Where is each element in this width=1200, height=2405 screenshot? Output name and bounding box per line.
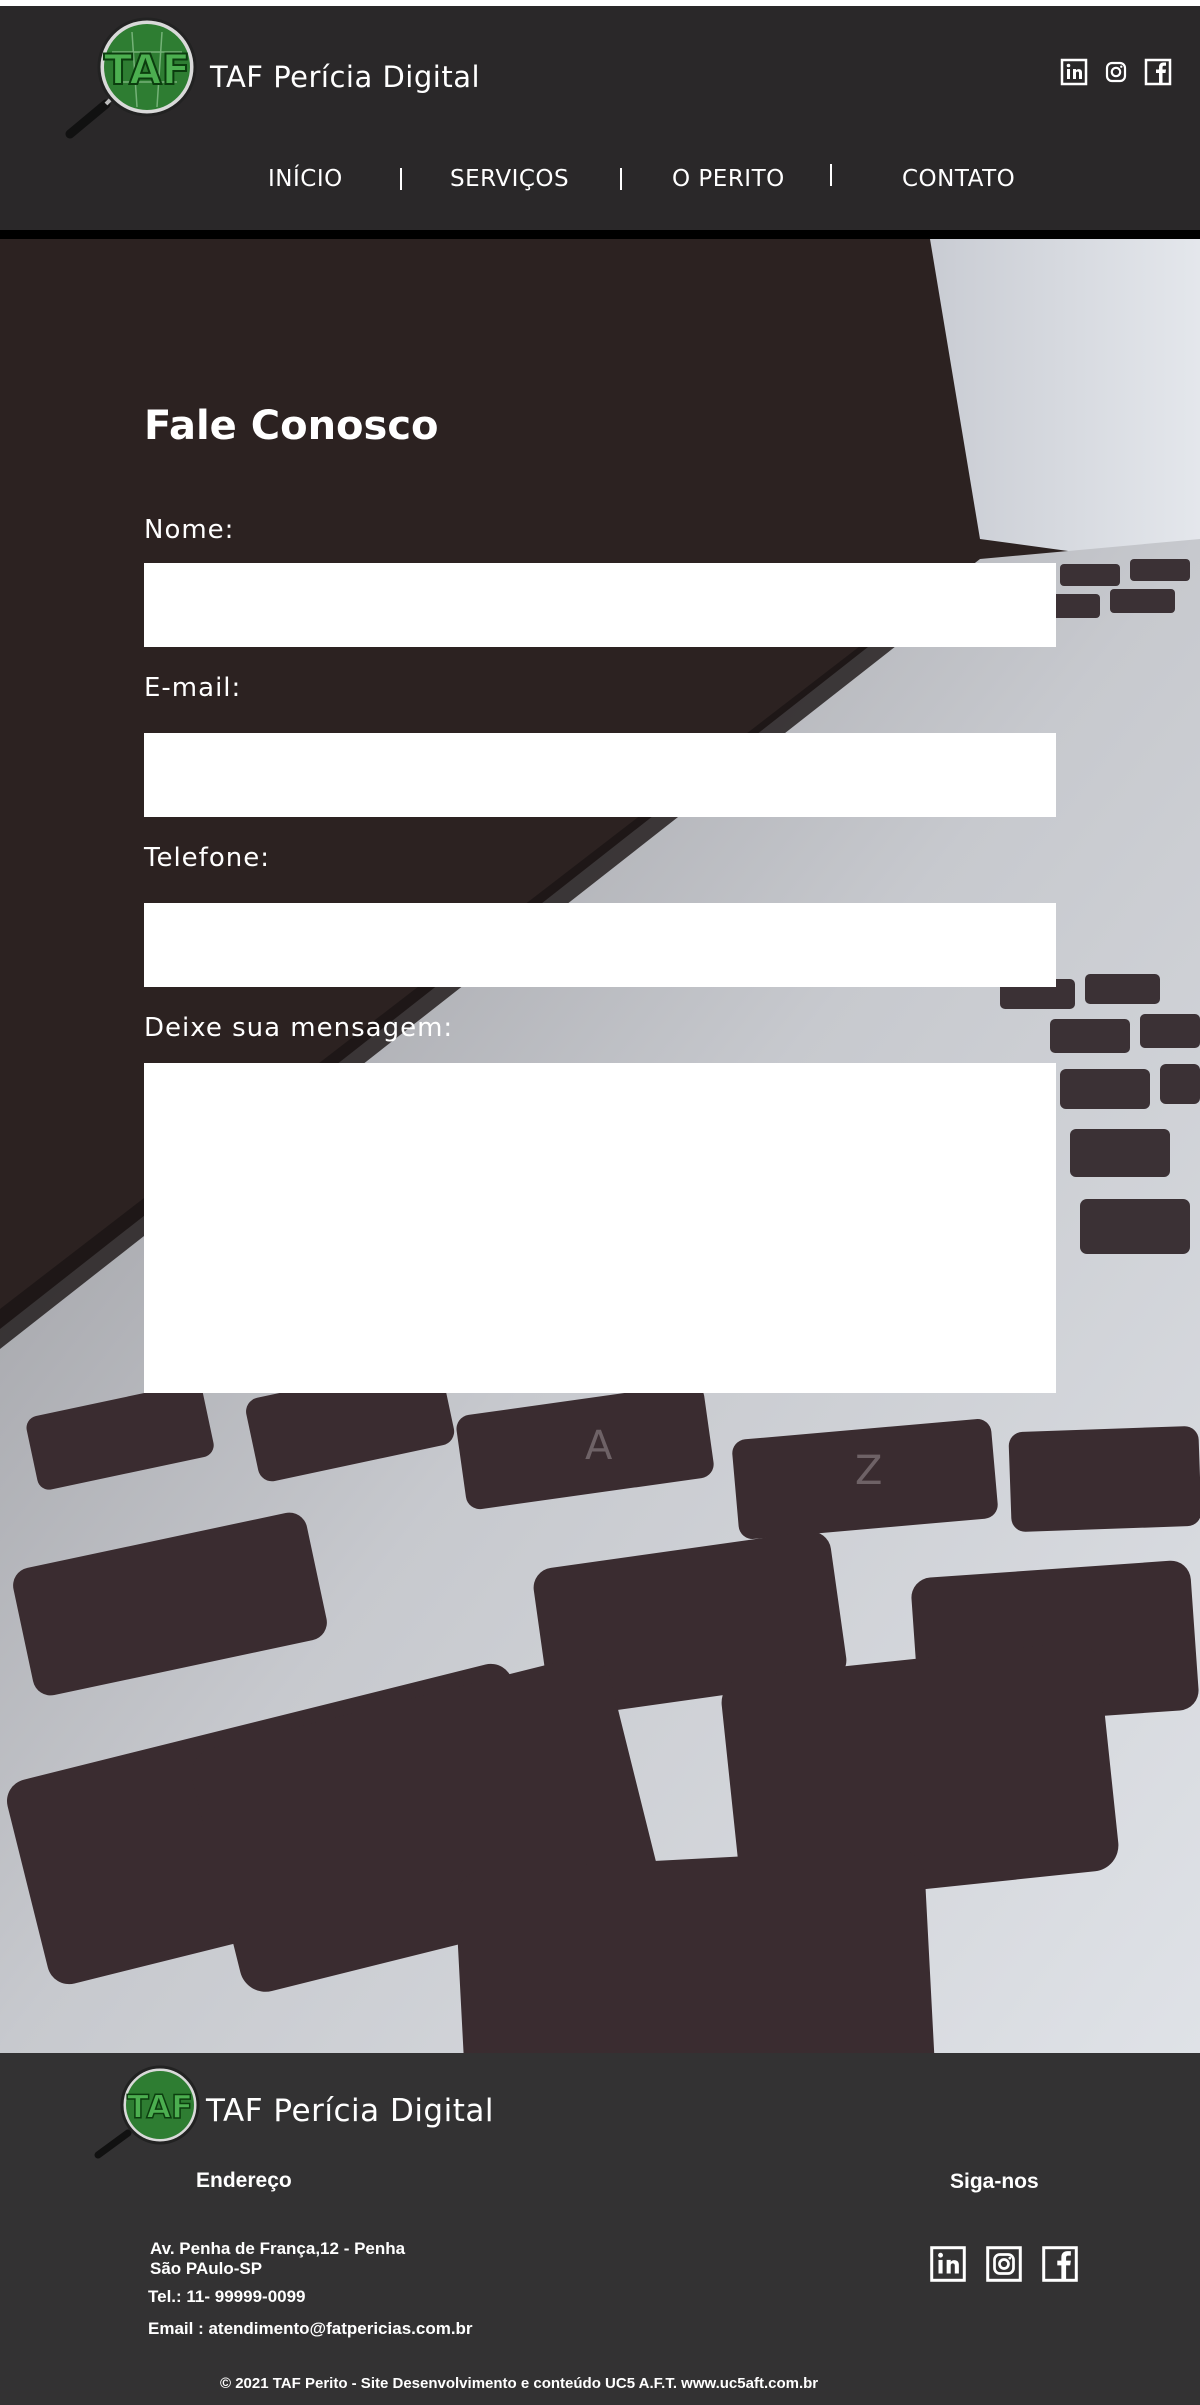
name-label: Nome:: [144, 515, 235, 545]
email-input[interactable]: [144, 733, 1056, 817]
nav-item-servicos[interactable]: SERVIÇOS: [450, 166, 569, 192]
social-links-header: [1060, 58, 1172, 86]
copyright-text: © 2021 TAF Perito - Site Desenvolvimento…: [220, 2375, 819, 2392]
nav-item-contato[interactable]: CONTATO: [902, 166, 1015, 192]
address-line-2: São PAulo-SP: [150, 2259, 263, 2278]
message-label: Deixe sua mensagem:: [144, 1013, 454, 1043]
nav-item-inicio[interactable]: INÍCIO: [268, 166, 343, 192]
logo[interactable]: TAF: [62, 12, 202, 142]
facebook-icon[interactable]: [1144, 58, 1172, 86]
nav-item-o-perito[interactable]: O PERITO: [672, 166, 785, 192]
instagram-icon[interactable]: [1102, 58, 1130, 86]
name-input[interactable]: [144, 563, 1056, 647]
magnifier-logo-icon: TAF: [65, 17, 197, 139]
svg-text:Z: Z: [855, 1448, 882, 1494]
main-nav: INÍCIO SERVIÇOS O PERITO CONTATO: [0, 158, 1200, 202]
nav-separator: [620, 168, 622, 190]
facebook-icon[interactable]: [1041, 2245, 1079, 2283]
social-links-footer: [929, 2245, 1079, 2283]
site-footer: TAF TAF Perícia Digital Endereço Av. Pen…: [0, 2053, 1200, 2405]
phone-label: Telefone:: [144, 843, 270, 873]
footer-phone: Tel.: 11- 99999-0099: [148, 2287, 306, 2306]
linkedin-icon[interactable]: [929, 2245, 967, 2283]
svg-text:TAF: TAF: [127, 2088, 193, 2126]
message-textarea[interactable]: [144, 1063, 1056, 1393]
email-label: E-mail:: [144, 673, 242, 703]
linkedin-icon[interactable]: [1060, 58, 1088, 86]
svg-text:A: A: [585, 1423, 613, 1469]
address-line-1: Av. Penha de França,12 - Penha: [150, 2239, 406, 2258]
address-heading: Endereço: [196, 2169, 292, 2192]
header-divider: [0, 230, 1200, 239]
footer-brand-title: TAF Perícia Digital: [206, 2093, 494, 2129]
footer-logo[interactable]: TAF: [92, 2063, 212, 2163]
social-heading: Siga-nos: [950, 2170, 1039, 2193]
contact-section: A Z Fale Conosco Nome: E-mail: Telefone:…: [0, 239, 1200, 2053]
nav-separator: [400, 168, 402, 190]
site-header: TAF TAF Perícia Digital INÍCIO SERVIÇOS …: [0, 6, 1200, 230]
instagram-icon[interactable]: [985, 2245, 1023, 2283]
phone-input[interactable]: [144, 903, 1056, 987]
nav-separator: [830, 164, 832, 186]
svg-text:TAF: TAF: [104, 45, 191, 94]
form-title: Fale Conosco: [144, 403, 439, 449]
footer-email[interactable]: Email : atendimento@fatpericias.com.br: [148, 2319, 473, 2339]
brand-title: TAF Perícia Digital: [210, 60, 481, 94]
magnifier-logo-icon: TAF: [94, 2065, 200, 2159]
